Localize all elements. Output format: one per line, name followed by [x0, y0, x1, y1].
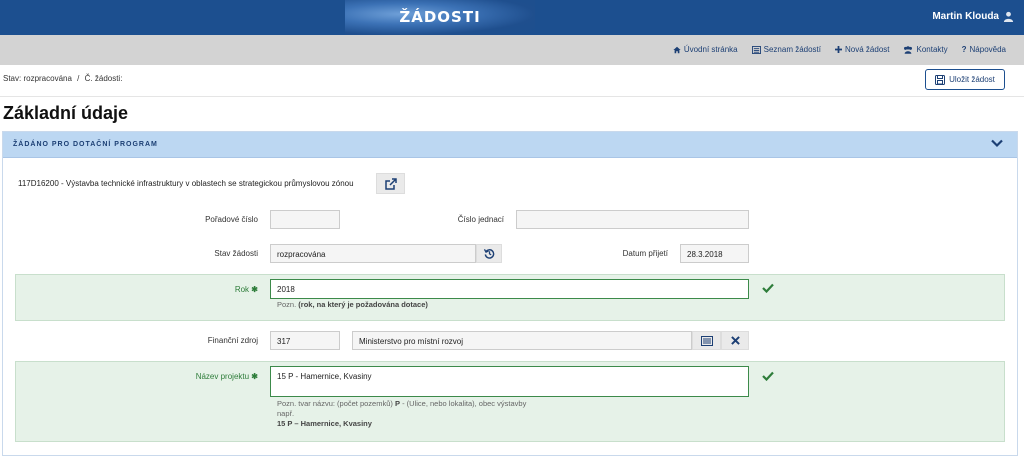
contacts-icon	[904, 45, 913, 54]
external-link-icon	[384, 177, 397, 190]
select-source-button[interactable]	[692, 331, 721, 350]
financni-zdroj-label: Finanční zdroj	[207, 336, 258, 345]
note-line-2: např.	[277, 409, 295, 418]
rok-note-prefix: Pozn.	[277, 300, 297, 309]
note-line-1: Pozn. tvar názvu: (počet pozemků) P - (U…	[277, 399, 577, 409]
note-format-p: P	[394, 399, 400, 408]
panel-header[interactable]: ŽÁDÁNO PRO DOTAČNÍ PROGRAM	[3, 132, 1017, 158]
nav-list[interactable]: Seznam žádostí	[751, 45, 822, 54]
stav-zadosti-input: rozpracována	[270, 244, 476, 263]
nazev-projektu-label: Název projektu ✱	[150, 372, 258, 381]
nav-new-label: Nová žádost	[845, 45, 890, 54]
save-icon	[935, 74, 946, 85]
save-button-label: Uložit žádost	[949, 75, 995, 84]
banner-title: ŽÁDOSTI	[399, 8, 481, 26]
note-example-text: 15 P – Hamernice, Kvasiny	[277, 419, 372, 428]
financni-zdroj-code[interactable]: 317	[270, 331, 340, 350]
datum-prijeti-input: 28.3.2018	[680, 244, 749, 263]
nazev-projektu-label-text: Název projektu	[195, 372, 250, 381]
rok-note-text: (rok, na který je požadována dotace)	[298, 300, 428, 309]
breadcrumb: Stav: rozpracována / Č. žádosti:	[3, 74, 122, 83]
note-format-text: Pozn. tvar názvu: (počet pozemků)	[277, 399, 393, 408]
breadcrumb-separator: /	[77, 74, 80, 83]
history-button[interactable]	[476, 244, 502, 263]
datum-prijeti-label: Datum přijetí	[622, 249, 668, 258]
rok-label-text: Rok	[234, 285, 250, 294]
nav-bar: Úvodní stránka Seznam žádostí Nová žádos…	[0, 35, 1024, 65]
status-state: Stav: rozpracována	[3, 74, 72, 83]
financni-zdroj-name: Ministerstvo pro místní rozvoj	[352, 331, 692, 350]
panel-title: ŽÁDÁNO PRO DOTAČNÍ PROGRAM	[13, 141, 158, 148]
note-example: 15 P – Hamernice, Kvasiny	[277, 419, 577, 429]
poradove-cislo-label: Pořadové číslo	[205, 215, 258, 224]
rok-label: Rok ✱	[150, 285, 258, 294]
rok-note: Pozn. (rok, na který je požadována dotac…	[277, 300, 428, 310]
nav-list-label: Seznam žádostí	[763, 45, 822, 54]
check-icon	[762, 283, 774, 293]
nav-contacts-label: Kontakty	[916, 45, 948, 54]
nav-help[interactable]: ? Nápověda	[962, 45, 1006, 54]
list-icon	[700, 335, 713, 346]
poradove-cislo-input[interactable]	[270, 210, 340, 229]
user-icon	[1003, 11, 1014, 22]
chevron-down-icon[interactable]	[991, 139, 1003, 148]
history-icon	[483, 249, 494, 259]
cislo-jednaci-label: Číslo jednací	[457, 215, 504, 224]
user-name: Martin Klouda	[932, 11, 999, 22]
clear-source-button[interactable]	[721, 331, 749, 350]
nav-help-label: Nápověda	[969, 45, 1006, 54]
app-banner: ŽÁDOSTI	[345, 0, 535, 35]
nav-contacts[interactable]: Kontakty	[903, 45, 948, 54]
rok-input[interactable]: 2018	[270, 279, 749, 299]
cislo-jednaci-input[interactable]	[516, 210, 749, 229]
note-format-rest: - (Ulice, nebo lokalita), obec výstavby	[402, 399, 527, 408]
list-icon	[751, 45, 761, 54]
required-icon: ✱	[251, 285, 258, 294]
stav-zadosti-label: Stav žádosti	[214, 249, 258, 258]
check-icon	[762, 371, 774, 381]
plus-icon	[835, 46, 843, 53]
nazev-projektu-textarea[interactable]: 15 P - Hamernice, Kvasiny	[270, 366, 749, 397]
home-icon	[673, 46, 681, 53]
help-icon: ?	[961, 45, 967, 54]
close-icon	[730, 336, 740, 345]
required-icon: ✱	[251, 372, 258, 381]
nav-home[interactable]: Úvodní stránka	[673, 45, 738, 54]
program-name: 117D16200 - Výstavba technické infrastru…	[18, 179, 354, 188]
status-bar	[0, 65, 1024, 97]
status-number: Č. žádosti:	[84, 74, 123, 83]
page-title: Základní údaje	[3, 103, 129, 123]
nav-new[interactable]: Nová žádost	[835, 45, 889, 54]
nav-home-label: Úvodní stránka	[683, 45, 738, 54]
open-program-button[interactable]	[376, 173, 405, 194]
user-menu[interactable]: Martin Klouda	[932, 11, 1014, 22]
save-button[interactable]: Uložit žádost	[925, 69, 1005, 90]
nazev-projektu-note: Pozn. tvar názvu: (počet pozemků) P - (U…	[277, 399, 577, 429]
